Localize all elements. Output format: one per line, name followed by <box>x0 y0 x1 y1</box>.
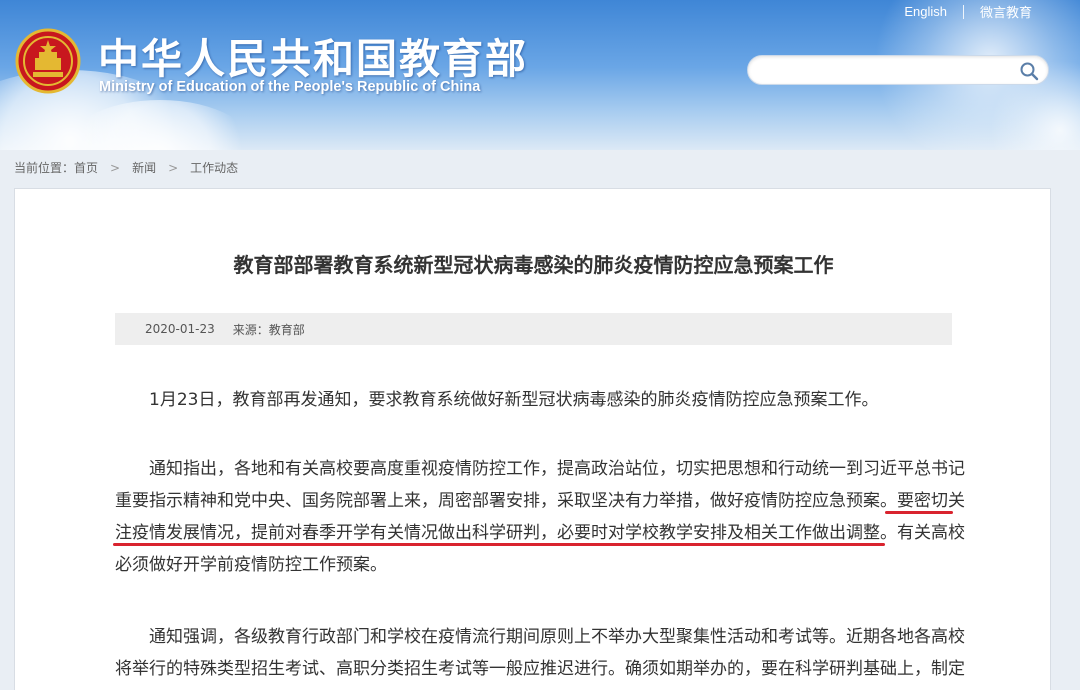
breadcrumb-separator: > <box>110 160 121 175</box>
paragraph-text: 有关高校 <box>897 523 965 543</box>
link-divider <box>962 4 964 19</box>
article-meta: 2020-01-23 来源：教育部 <box>115 313 952 345</box>
paragraph-text: 重要指示精神和党中央、国务院部署上来，周密部署安排，采取坚决有力举措，做好疫情防… <box>115 491 897 511</box>
article-source: 来源：教育部 <box>232 322 305 337</box>
article-paragraph-1: 1月23日，教育部再发通知，要求教育系统做好新型冠状病毒感染的肺炎疫情防控应急预… <box>115 384 953 416</box>
highlighted-text: 要密切关 <box>897 491 965 511</box>
paragraph-line: 将举行的特殊类型招生考试、高职分类招生考试等一般应推迟进行。确须如期举办的，要在… <box>115 659 965 679</box>
article-date: 2020-01-23 <box>145 322 215 336</box>
top-links: English 微言教育 <box>904 2 1032 21</box>
highlight-underline <box>885 511 953 514</box>
paragraph-line: 1月23日，教育部再发通知，要求教育系统做好新型冠状病毒感染的肺炎疫情防控应急预… <box>149 390 879 410</box>
paragraph-line: 通知指出，各地和有关高校要高度重视疫情防控工作，提高政治站位，切实把思想和行动统… <box>149 459 965 479</box>
breadcrumb-prefix: 当前位置： <box>14 161 75 175</box>
article-title: 教育部部署教育系统新型冠状病毒感染的肺炎疫情防控应急预案工作 <box>233 253 834 277</box>
paragraph-line: 必须做好开学前疫情防控工作预案。 <box>115 555 387 575</box>
paragraph-line: 重要指示精神和党中央、国务院部署上来，周密部署安排，采取坚决有力举措，做好疫情防… <box>115 485 965 517</box>
highlight-underline <box>113 543 885 546</box>
article-paragraph-3: 通知强调，各级教育行政部门和学校在疫情流行期间原则上不举办大型聚集性活动和考试等… <box>115 621 965 685</box>
article-card: 教育部部署教育系统新型冠状病毒感染的肺炎疫情防控应急预案工作 2020-01-2… <box>14 188 1051 690</box>
site-header: 中华人民共和国教育部 Ministry of Education of the … <box>0 0 1080 150</box>
article-paragraph-2: 通知指出，各地和有关高校要高度重视疫情防控工作，提高政治站位，切实把思想和行动统… <box>113 453 965 581</box>
breadcrumb-work-updates[interactable]: 工作动态 <box>190 159 238 176</box>
weiyan-link[interactable]: 微言教育 <box>980 2 1032 21</box>
search-input[interactable] <box>747 55 1049 85</box>
breadcrumb-home[interactable]: 首页 <box>74 159 98 176</box>
highlighted-text: 注疫情发展情况，提前对春季开学有关情况做出科学研判，必要时对学校教学安排及相关工… <box>115 523 897 543</box>
breadcrumb-separator: > <box>168 160 179 175</box>
site-title-cn[interactable]: 中华人民共和国教育部 <box>98 25 528 85</box>
site-title-en: Ministry of Education of the People's Re… <box>99 79 481 95</box>
breadcrumb: 当前位置： 首页 > 新闻 > 工作动态 <box>14 159 238 176</box>
breadcrumb-news[interactable]: 新闻 <box>132 159 156 176</box>
paragraph-line: 通知强调，各级教育行政部门和学校在疫情流行期间原则上不举办大型聚集性活动和考试等… <box>149 627 965 647</box>
national-emblem-icon <box>15 28 81 94</box>
english-link[interactable]: English <box>904 4 947 19</box>
search-icon[interactable] <box>1019 61 1039 81</box>
